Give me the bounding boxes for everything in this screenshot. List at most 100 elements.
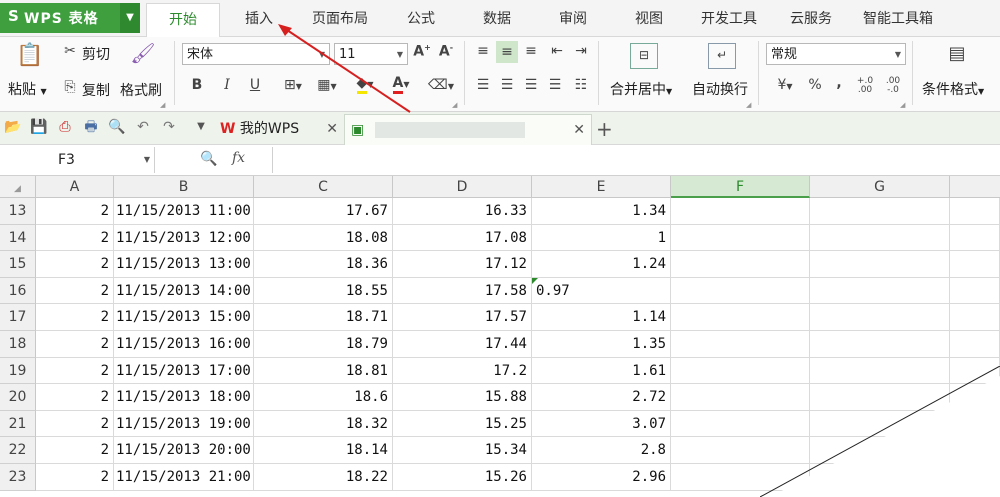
cell-b-23[interactable]: 11/15/2013 21:00 — [114, 464, 254, 491]
cell-f-17[interactable] — [671, 304, 810, 331]
cell-g-14[interactable] — [810, 224, 950, 252]
zoom-formula-icon[interactable]: 🔍 — [200, 151, 217, 167]
cell-f-15[interactable] — [671, 251, 810, 278]
cell-c-20[interactable]: 18.6 — [254, 384, 393, 411]
export-pdf-icon[interactable]: ⎙ — [56, 118, 74, 136]
cell-b-19[interactable]: 11/15/2013 17:00 — [114, 357, 254, 385]
align-center-icon[interactable]: ☰ — [498, 77, 516, 93]
font-launcher-icon[interactable]: ◢ — [452, 101, 457, 109]
tab-smart-tools[interactable]: 智能工具箱 — [856, 3, 940, 36]
decrease-font-icon[interactable]: A- — [436, 43, 456, 60]
number-format-combo[interactable]: 常规 ▼ — [766, 43, 906, 65]
underline-button[interactable]: U — [246, 77, 264, 93]
cell-h-14[interactable] — [950, 224, 1000, 252]
currency-icon[interactable]: ¥▼ — [770, 77, 800, 93]
cell-b-18[interactable]: 11/15/2013 16:00 — [114, 331, 254, 358]
cell-c-13[interactable]: 17.67 — [254, 198, 393, 225]
align-middle-icon[interactable]: ≡ — [496, 41, 518, 63]
cell-g-18[interactable] — [810, 331, 950, 358]
row-header[interactable]: 18 — [0, 331, 36, 358]
cell-g-16[interactable] — [810, 277, 950, 305]
app-menu-button[interactable]: S WPS 表格 ▼ — [0, 3, 140, 33]
cell-c-14[interactable]: 18.08 — [254, 224, 393, 252]
cell-b-21[interactable]: 11/15/2013 19:00 — [114, 410, 254, 438]
cell-e-16[interactable]: 0.97 — [532, 277, 671, 305]
bold-button[interactable]: B — [188, 77, 206, 93]
cell-a-22[interactable]: 2 — [36, 437, 114, 464]
row-header[interactable]: 21 — [0, 410, 36, 438]
align-top-icon[interactable]: ≡ — [474, 43, 492, 59]
wrap-text-button[interactable]: 自动换行 — [692, 79, 748, 99]
cell-a-17[interactable]: 2 — [36, 304, 114, 331]
open-icon[interactable]: 📂 — [4, 118, 22, 136]
merge-center-button[interactable]: 合并居中▼ — [610, 79, 672, 99]
cell-c-19[interactable]: 18.81 — [254, 357, 393, 385]
justify-icon[interactable]: ☰ — [546, 77, 564, 93]
distributed-icon[interactable]: ☷ — [572, 77, 590, 93]
cell-h-16[interactable] — [950, 277, 1000, 305]
cut-button[interactable]: 剪切 — [82, 44, 110, 64]
align-right-icon[interactable]: ☰ — [522, 77, 540, 93]
undo-icon[interactable]: ↶ — [134, 118, 152, 136]
cell-d-21[interactable]: 15.25 — [393, 410, 532, 438]
customize-toolbar-icon[interactable]: ▼ — [192, 118, 210, 136]
comma-button[interactable]: , — [832, 75, 846, 91]
clear-format-icon[interactable]: ⌫▼ — [426, 77, 456, 93]
cell-e-23[interactable]: 2.96 — [532, 464, 671, 491]
row-header[interactable]: 19 — [0, 357, 36, 385]
cell-d-13[interactable]: 16.33 — [393, 198, 532, 225]
column-header-f[interactable]: F — [671, 176, 810, 198]
new-tab-icon[interactable]: + — [596, 114, 616, 144]
column-header-e[interactable]: E — [532, 176, 671, 198]
paste-icon[interactable]: 📋 — [16, 43, 44, 71]
italic-button[interactable]: I — [218, 77, 236, 93]
cell-h-18[interactable] — [950, 331, 1000, 358]
cell-h-15[interactable] — [950, 251, 1000, 278]
row-header[interactable]: 20 — [0, 384, 36, 411]
cell-d-22[interactable]: 15.34 — [393, 437, 532, 464]
select-all-corner[interactable]: ◢ — [0, 176, 36, 198]
cell-d-17[interactable]: 17.57 — [393, 304, 532, 331]
cell-g-15[interactable] — [810, 251, 950, 278]
cell-h-17[interactable] — [950, 304, 1000, 331]
app-menu-dropdown-icon[interactable]: ▼ — [120, 3, 140, 33]
column-header-b[interactable]: B — [114, 176, 254, 198]
cell-e-20[interactable]: 2.72 — [532, 384, 671, 411]
cell-d-16[interactable]: 17.58 — [393, 277, 532, 305]
column-header-d[interactable]: D — [393, 176, 532, 198]
cell-c-22[interactable]: 18.14 — [254, 437, 393, 464]
tab-data[interactable]: 数据 — [468, 3, 526, 36]
clipboard-launcher-icon[interactable]: ◢ — [160, 101, 165, 109]
cell-b-17[interactable]: 11/15/2013 15:00 — [114, 304, 254, 331]
tab-view[interactable]: 视图 — [620, 3, 678, 36]
cell-e-22[interactable]: 2.8 — [532, 437, 671, 464]
cell-a-23[interactable]: 2 — [36, 464, 114, 491]
cell-e-18[interactable]: 1.35 — [532, 331, 671, 358]
cell-g-13[interactable] — [810, 198, 950, 225]
tab-cloud[interactable]: 云服务 — [780, 3, 842, 36]
align-bottom-icon[interactable]: ≡ — [522, 43, 540, 59]
row-header[interactable]: 13 — [0, 198, 36, 225]
cell-b-20[interactable]: 11/15/2013 18:00 — [114, 384, 254, 411]
cell-a-20[interactable]: 2 — [36, 384, 114, 411]
increase-decimal-icon[interactable]: +.0.00 — [856, 77, 874, 95]
copy-button[interactable]: 复制 — [82, 80, 110, 100]
cell-b-14[interactable]: 11/15/2013 12:00 — [114, 224, 254, 252]
cell-c-16[interactable]: 18.55 — [254, 277, 393, 305]
close-icon[interactable]: ✕ — [573, 115, 585, 145]
chevron-down-icon[interactable]: ▼ — [144, 147, 150, 173]
cell-a-16[interactable]: 2 — [36, 277, 114, 305]
format-painter-button[interactable]: 格式刷 — [120, 80, 162, 100]
print-icon[interactable]: 🖶 — [82, 118, 100, 136]
cell-c-17[interactable]: 18.71 — [254, 304, 393, 331]
cell-a-15[interactable]: 2 — [36, 251, 114, 278]
cell-d-18[interactable]: 17.44 — [393, 331, 532, 358]
cell-f-14[interactable] — [671, 224, 810, 252]
cell-e-15[interactable]: 1.24 — [532, 251, 671, 278]
cell-e-13[interactable]: 1.34 — [532, 198, 671, 225]
row-header[interactable]: 23 — [0, 464, 36, 491]
cell-g-17[interactable] — [810, 304, 950, 331]
cell-d-15[interactable]: 17.12 — [393, 251, 532, 278]
cell-e-14[interactable]: 1 — [532, 224, 671, 252]
cell-b-15[interactable]: 11/15/2013 13:00 — [114, 251, 254, 278]
